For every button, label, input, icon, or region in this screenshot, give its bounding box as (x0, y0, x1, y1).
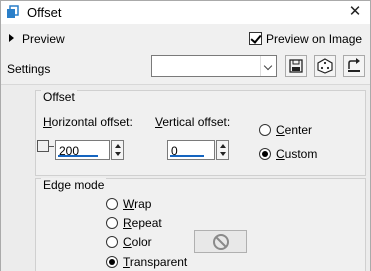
link-connector (48, 146, 54, 147)
transparent-radio[interactable] (106, 256, 118, 268)
dice-icon (317, 58, 333, 74)
offset-group (35, 90, 366, 176)
horizontal-offset-label: Horizontal offset: (43, 115, 133, 129)
preview-toggle-label[interactable]: Preview (22, 32, 65, 46)
reset-arrow-icon (348, 58, 360, 72)
input-focus-underline (58, 155, 98, 157)
wrap-radio[interactable] (106, 198, 118, 210)
chevron-down-icon[interactable] (260, 56, 276, 76)
horizontal-offset-stepper[interactable] (111, 140, 124, 160)
preview-on-image-label[interactable]: Preview on Image (266, 32, 362, 46)
edge-mode-group-title: Edge mode (41, 178, 107, 192)
input-focus-underline (170, 155, 204, 157)
expand-arrow-icon[interactable] (9, 34, 14, 42)
color-radio-label[interactable]: Color (123, 235, 152, 249)
step-down-icon (115, 152, 121, 156)
randomize-button[interactable] (314, 55, 336, 77)
preset-dropdown[interactable] (151, 55, 277, 77)
step-down-icon (220, 152, 226, 156)
preview-on-image-checkbox[interactable] (249, 32, 262, 45)
center-radio-label[interactable]: Center (276, 123, 312, 137)
close-icon[interactable]: ✕ (346, 3, 364, 21)
vertical-offset-stepper[interactable] (216, 140, 229, 160)
color-radio[interactable] (106, 236, 118, 248)
offset-group-title: Offset (41, 90, 77, 104)
floppy-disk-icon (289, 59, 303, 73)
vertical-offset-input[interactable]: 0 (167, 140, 229, 160)
edge-color-swatch[interactable] (194, 230, 247, 253)
horizontal-offset-input[interactable]: 200 (55, 140, 124, 160)
center-radio[interactable] (259, 124, 271, 136)
window-title: Offset (27, 5, 62, 20)
offset-app-icon (5, 4, 21, 20)
step-up-icon (220, 144, 226, 148)
custom-radio-label[interactable]: Custom (276, 147, 317, 161)
custom-radio[interactable] (259, 148, 271, 160)
vertical-offset-label: Vertical offset: (155, 115, 231, 129)
reset-button[interactable] (343, 55, 365, 77)
repeat-radio-label[interactable]: Repeat (123, 216, 162, 230)
step-up-icon (115, 144, 121, 148)
title-bar: Offset ✕ (1, 1, 370, 24)
offset-dialog: Offset ✕ Preview Preview on Image Settin… (0, 0, 371, 271)
save-preset-button[interactable] (285, 55, 307, 77)
settings-label: Settings (7, 62, 51, 76)
wrap-radio-label[interactable]: Wrap (123, 197, 151, 211)
no-symbol-icon (213, 234, 229, 250)
transparent-radio-label[interactable]: Transparent (123, 255, 187, 269)
repeat-radio[interactable] (106, 217, 118, 229)
